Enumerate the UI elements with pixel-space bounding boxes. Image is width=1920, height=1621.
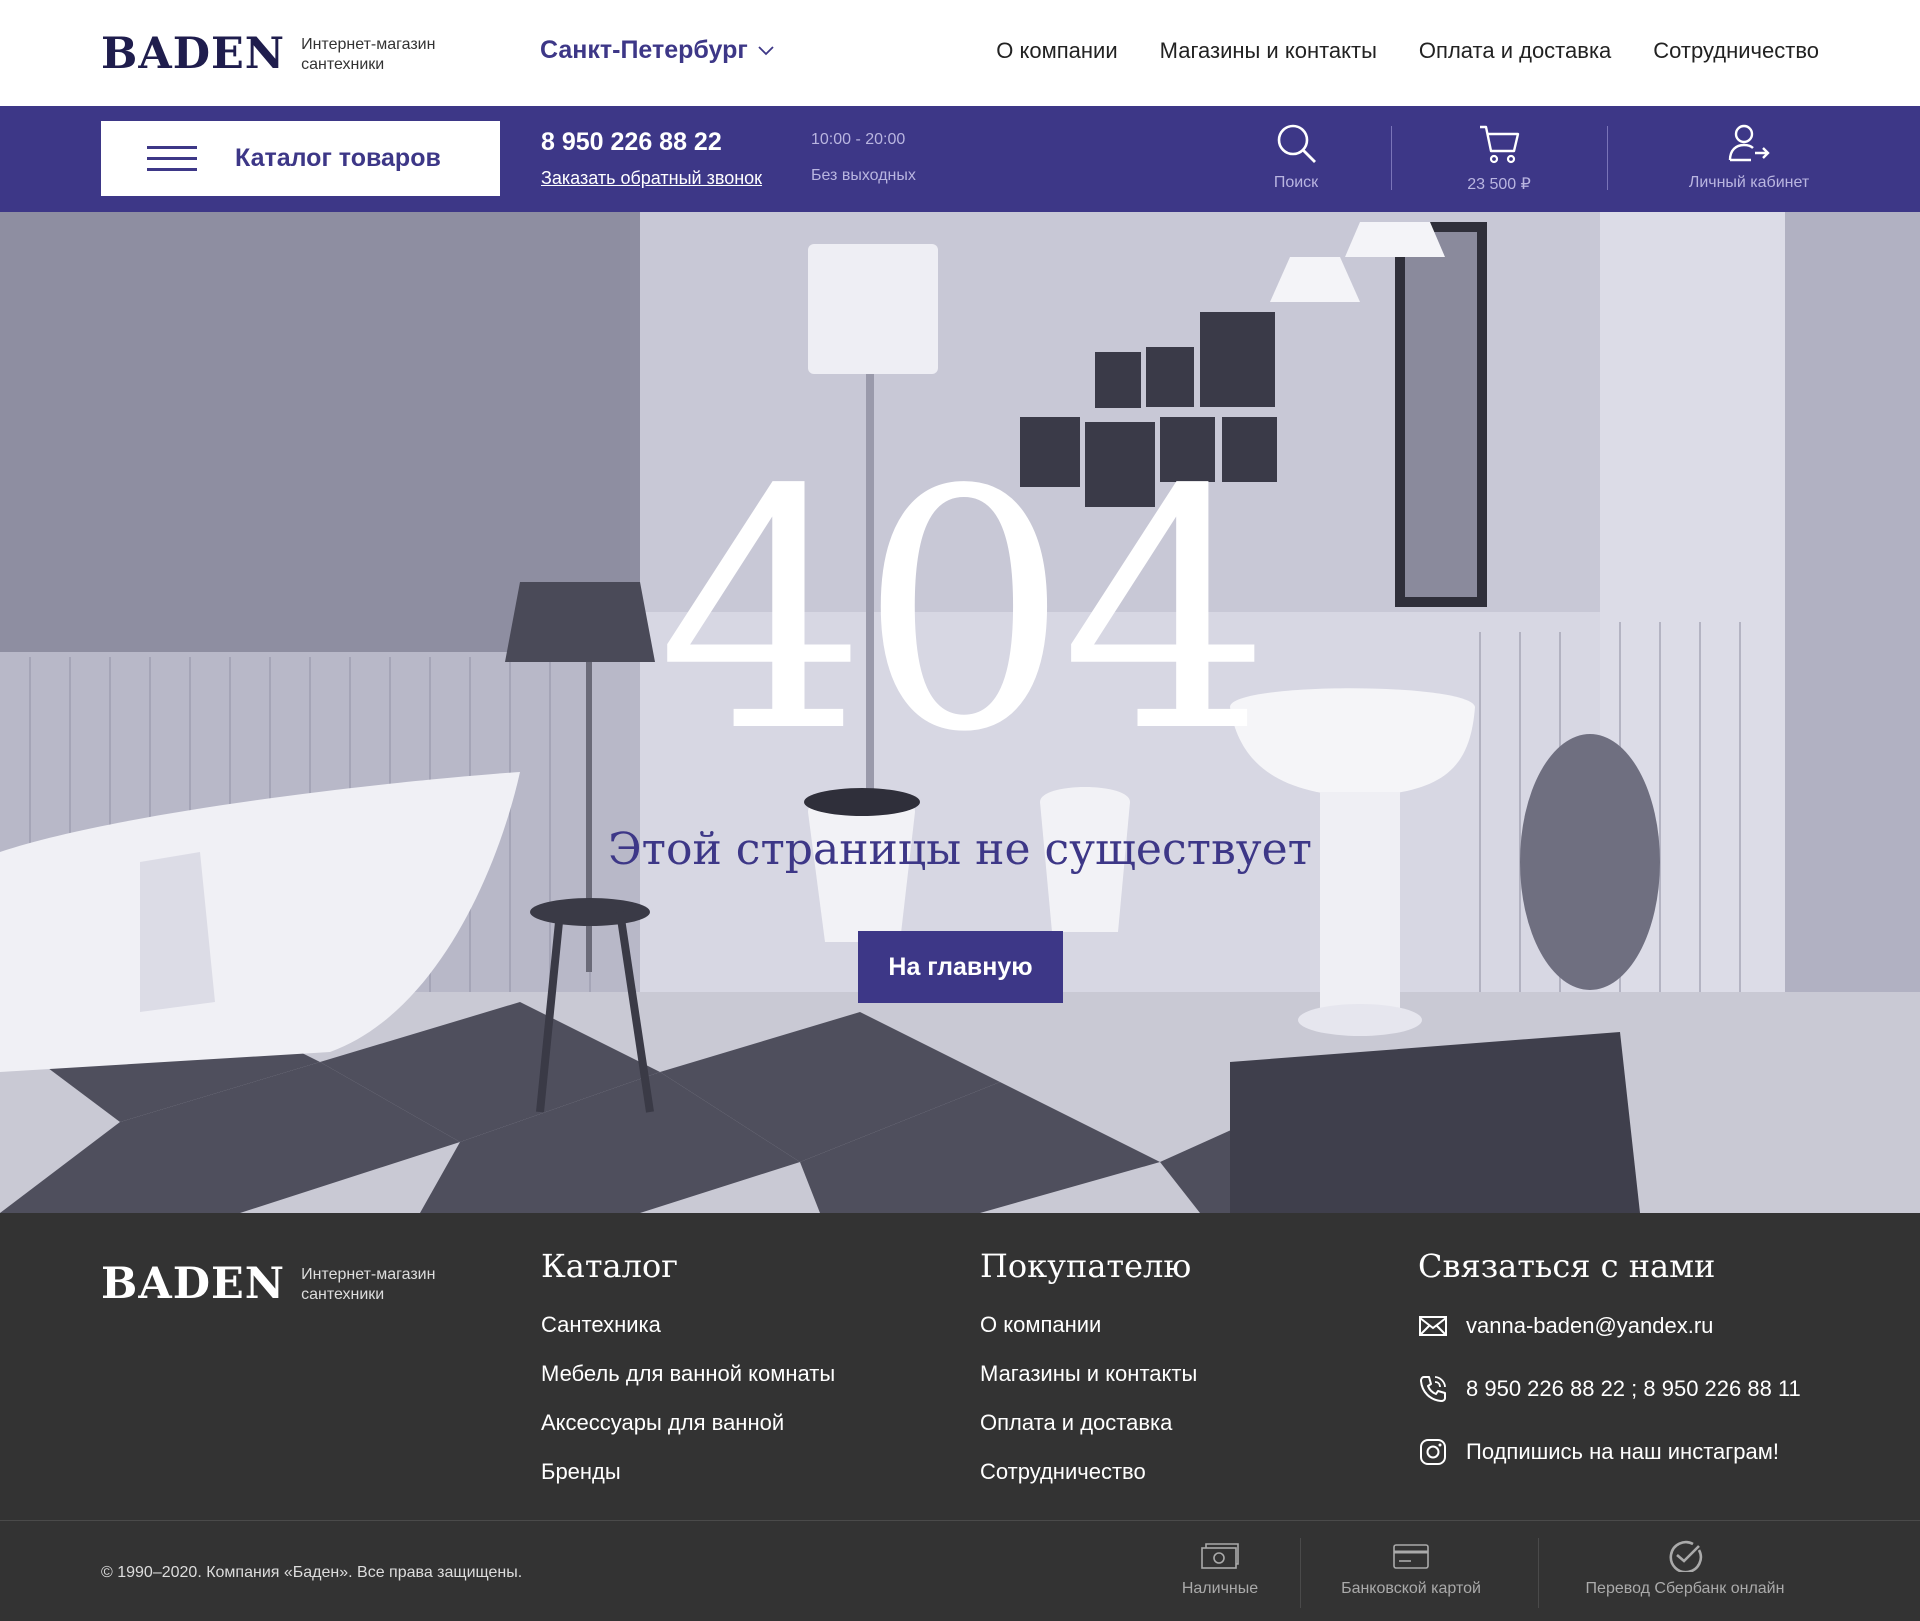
payment-divider <box>1300 1538 1301 1608</box>
footer-logo[interactable]: BADEN Интернет-магазин сантехники <box>101 1263 435 1306</box>
cart-button[interactable]: 23 500 ₽ <box>1419 122 1579 194</box>
nav-cooperation[interactable]: Сотрудничество <box>1653 38 1819 64</box>
search-button[interactable]: Поиск <box>1266 122 1326 192</box>
contact-email[interactable]: vanna-baden@yandex.ru <box>1418 1311 1801 1341</box>
payment-cash: Наличные <box>1160 1540 1280 1598</box>
header-logo[interactable]: BADEN Интернет-магазин сантехники <box>101 33 435 76</box>
search-icon <box>1277 124 1316 163</box>
footer-buyer-title: Покупателю <box>980 1247 1192 1285</box>
footer-link-accessories[interactable]: Аксессуары для ванной <box>541 1409 835 1436</box>
footer-link-cooperation[interactable]: Сотрудничество <box>980 1458 1197 1485</box>
nav-stores[interactable]: Магазины и контакты <box>1160 38 1377 64</box>
error-message: Этой страницы не существует <box>608 824 1312 875</box>
toolbar-divider <box>1391 126 1392 190</box>
instagram-icon <box>1420 1439 1446 1465</box>
contact-instagram-text: Подпишись на наш инстаграм! <box>1466 1439 1779 1464</box>
payment-cash-label: Наличные <box>1181 1580 1259 1597</box>
footer-link-about[interactable]: О компании <box>980 1311 1197 1338</box>
footer-link-brands[interactable]: Бренды <box>541 1458 835 1485</box>
cart-total: 23 500 ₽ <box>1467 176 1531 193</box>
phone-icon <box>1420 1376 1446 1402</box>
payment-sberbank-label: Перевод Сбербанк онлайн <box>1585 1580 1785 1597</box>
cash-icon <box>1201 1543 1239 1569</box>
payment-card-label: Банковской картой <box>1341 1580 1481 1597</box>
mail-icon <box>1419 1316 1447 1336</box>
working-days: Без выходных <box>811 167 916 184</box>
catalog-button-label: Каталог товаров <box>235 144 441 172</box>
footer-catalog-column: Каталог Сантехника Мебель для ванной ком… <box>541 1247 835 1507</box>
logo-wordmark: BADEN <box>101 1259 286 1309</box>
menu-icon <box>147 146 197 171</box>
main-toolbar: Каталог товаров 8 950 226 88 22 Заказать… <box>0 106 1920 212</box>
copyright: © 1990–2020. Компания «Баден». Все права… <box>101 1564 523 1581</box>
account-label: Личный кабинет <box>1688 174 1810 191</box>
home-button[interactable]: На главную <box>858 931 1063 1003</box>
chevron-down-icon <box>758 45 774 55</box>
contact-phones-text: 8 950 226 88 22 ; 8 950 226 88 11 <box>1466 1376 1801 1401</box>
account-button[interactable]: Личный кабинет <box>1667 122 1831 192</box>
logo-subtitle-line-1: Интернет-магазин <box>301 35 436 53</box>
account-icon <box>1728 124 1770 162</box>
logo-wordmark: BADEN <box>101 29 286 79</box>
city-name: Санкт-Петербург <box>540 36 748 64</box>
check-icon <box>1669 1540 1703 1572</box>
city-selector[interactable]: Санкт-Петербург <box>540 36 774 65</box>
payment-sberbank: Перевод Сбербанк онлайн <box>1560 1540 1810 1598</box>
logo-subtitle: Интернет-магазин сантехники <box>301 35 435 75</box>
footer-contact-column: Связаться с нами vanna-baden@yandex.ru 8… <box>1418 1247 1801 1500</box>
footer-link-stores[interactable]: Магазины и контакты <box>980 1360 1197 1387</box>
top-nav: О компании Магазины и контакты Оплата и … <box>996 38 1819 64</box>
nav-payment-delivery[interactable]: Оплата и доставка <box>1419 38 1611 64</box>
nav-about[interactable]: О компании <box>996 38 1117 64</box>
catalog-button[interactable]: Каталог товаров <box>101 121 500 196</box>
cart-icon <box>1480 125 1520 164</box>
error-code: 404 <box>657 420 1271 804</box>
footer-link-payment-delivery[interactable]: Оплата и доставка <box>980 1409 1197 1436</box>
logo-subtitle: Интернет-магазин сантехники <box>301 1265 435 1305</box>
footer-divider <box>0 1520 1920 1521</box>
error-hero: 404 Этой страницы не существует На главн… <box>0 212 1920 1213</box>
header-phone[interactable]: 8 950 226 88 22 <box>541 128 722 157</box>
logo-subtitle-line-2: сантехники <box>301 1285 385 1303</box>
toolbar-divider <box>1607 126 1608 190</box>
footer-buyer-column: Покупателю О компании Магазины и контакт… <box>980 1247 1197 1507</box>
contact-email-text: vanna-baden@yandex.ru <box>1466 1313 1714 1338</box>
working-hours: 10:00 - 20:00 <box>811 131 906 148</box>
callback-link[interactable]: Заказать обратный звонок <box>541 168 762 189</box>
footer-contact-title: Связаться с нами <box>1418 1247 1716 1285</box>
payment-divider <box>1538 1538 1539 1608</box>
footer-link-plumbing[interactable]: Сантехника <box>541 1311 835 1338</box>
payment-card: Банковской картой <box>1316 1540 1506 1598</box>
search-label: Поиск <box>1273 174 1319 191</box>
footer: BADEN Интернет-магазин сантехники Катало… <box>0 1213 1920 1621</box>
logo-subtitle-line-1: Интернет-магазин <box>301 1265 436 1283</box>
top-bar: BADEN Интернет-магазин сантехники Санкт-… <box>0 0 1920 106</box>
footer-catalog-title: Каталог <box>541 1247 678 1285</box>
footer-link-furniture[interactable]: Мебель для ванной комнаты <box>541 1360 835 1387</box>
contact-instagram[interactable]: Подпишись на наш инстаграм! <box>1418 1437 1801 1467</box>
card-icon <box>1393 1544 1429 1569</box>
contact-phones[interactable]: 8 950 226 88 22 ; 8 950 226 88 11 <box>1418 1374 1801 1404</box>
logo-subtitle-line-2: сантехники <box>301 55 385 73</box>
